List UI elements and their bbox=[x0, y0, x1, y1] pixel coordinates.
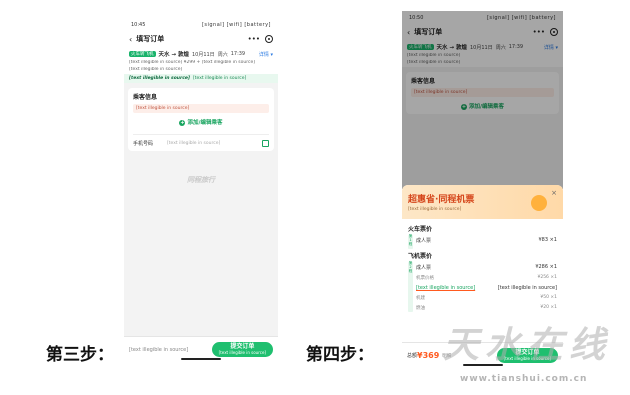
fare-row: 成人票 ¥83 ×1 bbox=[402, 235, 563, 246]
train-fare-list: 成人票 ¥83 ×1 bbox=[402, 235, 563, 246]
trip-summary-card: 火车转飞机 天水 → 敦煌 10月11日 周六 17:39 详情 ▾ [text… bbox=[124, 47, 278, 74]
fare-price: ¥256 ×1 bbox=[537, 275, 557, 280]
fare-name: 机票价格 bbox=[416, 276, 434, 281]
fare-price: ¥286 ×1 bbox=[535, 264, 557, 270]
submit-label: 提交订单 bbox=[230, 343, 255, 350]
nav-bar: ‹ 填写订单 ••• bbox=[124, 31, 278, 47]
brand-watermark: 同程旅行 bbox=[187, 176, 215, 184]
bottom-bar: [text illegible in source] 提交订单 [text il… bbox=[124, 336, 278, 362]
total-label: 总额 bbox=[407, 353, 418, 359]
trip-rule-line: [text illegible in source] bbox=[129, 67, 183, 72]
add-passenger-button[interactable]: + 添加/编辑乘客 bbox=[133, 118, 269, 126]
contact-book-icon[interactable] bbox=[262, 140, 269, 147]
phone-screenshot-step4: 10:50 [signal] [wifi] [battery] ‹ 填写订单 •… bbox=[402, 11, 563, 368]
trip-price-line: [text illegible in source] ¥299 + [text … bbox=[129, 60, 255, 65]
phone-label: 手机号码 bbox=[133, 141, 154, 147]
promo-title: 超惠省·同程机票 bbox=[408, 195, 475, 205]
home-indicator bbox=[181, 358, 221, 360]
passenger-title: 乘客信息 bbox=[133, 94, 158, 101]
more-menu-icon[interactable]: ••• bbox=[248, 35, 260, 43]
coin-icon bbox=[531, 195, 547, 211]
plus-icon: + bbox=[179, 120, 186, 126]
member-bar[interactable]: [text illegible in source] [text illegib… bbox=[124, 74, 278, 83]
train-fare-heading: 火车票价 bbox=[408, 226, 433, 233]
passenger-notice: [text illegible in source] bbox=[133, 104, 269, 113]
trip-route: 天水 → 敦煌 bbox=[158, 52, 189, 58]
status-bar: 10:45 [signal] [wifi] [battery] bbox=[124, 18, 278, 31]
fare-price: [text illegible in source] bbox=[497, 285, 557, 291]
flight-fare-list: 成人票 ¥286 ×1 机票价格 ¥256 ×1 [text illegible in … bbox=[402, 262, 563, 313]
mini-program-capsule: ••• bbox=[248, 35, 273, 43]
trip-detail-link[interactable]: 详情 ▾ bbox=[259, 51, 273, 58]
promo-banner[interactable]: 超惠省·同程机票 [text illegible in source] × bbox=[402, 185, 563, 219]
fare-row: 燃油 ¥20 ×1 bbox=[402, 303, 563, 313]
fare-price: ¥83 ×1 bbox=[538, 237, 557, 243]
total-price: ¥369 bbox=[417, 351, 440, 360]
status-time: 10:45 bbox=[131, 21, 146, 28]
bottom-hint: [text illegible in source] bbox=[129, 346, 189, 353]
status-icons: [signal] [wifi] [battery] bbox=[201, 21, 271, 28]
train-leg-tag: 第1程 bbox=[408, 234, 413, 249]
submit-sub-label: [text illegible in source] bbox=[218, 349, 266, 355]
modal-overlay[interactable] bbox=[402, 11, 563, 189]
member-text: [text illegible in source] bbox=[193, 76, 247, 81]
fare-name: [text illegible in source] bbox=[416, 285, 476, 291]
step4-caption: 第四步： bbox=[306, 345, 374, 365]
site-watermark: 天水在线 bbox=[443, 324, 612, 366]
fare-name: 成人票 bbox=[416, 238, 432, 244]
back-arrow-icon[interactable]: ‹ bbox=[129, 35, 132, 44]
fare-name: 成人票 bbox=[416, 265, 432, 271]
fare-row: 机建 ¥50 ×1 bbox=[402, 293, 563, 303]
trip-weekday: 周六 bbox=[217, 51, 228, 58]
fare-row: 成人票 ¥286 ×1 bbox=[402, 262, 563, 273]
fare-row[interactable]: [text illegible in source] [text illegibl… bbox=[402, 283, 563, 293]
close-target-icon[interactable] bbox=[265, 35, 273, 43]
fare-price: ¥50 ×1 bbox=[540, 295, 557, 300]
phone-screenshot-step3: 10:45 [signal] [wifi] [battery] ‹ 填写订单 •… bbox=[124, 18, 278, 362]
passenger-card: 乘客信息 [text illegible in source] + 添加/编辑乘客… bbox=[128, 88, 274, 151]
submit-order-button[interactable]: 提交订单 [text illegible in source] bbox=[211, 342, 273, 357]
add-passenger-label: 添加/编辑乘客 bbox=[187, 120, 223, 126]
fare-name: 机建 bbox=[416, 296, 425, 301]
member-name: [text illegible in source] bbox=[129, 76, 190, 81]
site-watermark-url: www.tianshui.com.cn bbox=[460, 374, 588, 384]
fare-name: 燃油 bbox=[416, 306, 425, 311]
flight-fare-heading: 飞机票价 bbox=[408, 253, 433, 260]
trip-date: 10月11日 bbox=[191, 51, 215, 58]
page-title: 填写订单 bbox=[136, 35, 165, 43]
fare-row: 机票价格 ¥256 ×1 bbox=[402, 273, 563, 283]
fare-price: ¥20 ×1 bbox=[540, 305, 557, 310]
transfer-tag: 火车转飞机 bbox=[129, 51, 156, 57]
phone-input[interactable]: [text illegible in source] bbox=[167, 141, 262, 146]
step3-caption: 第三步： bbox=[46, 345, 114, 365]
flight-leg-tag: 第2程 bbox=[408, 261, 413, 312]
phone-number-row: 手机号码 [text illegible in source] bbox=[133, 134, 269, 147]
trip-time: 17:39 bbox=[230, 51, 246, 57]
close-icon[interactable]: × bbox=[551, 189, 557, 197]
promo-subtitle: [text illegible in source] bbox=[408, 207, 462, 212]
